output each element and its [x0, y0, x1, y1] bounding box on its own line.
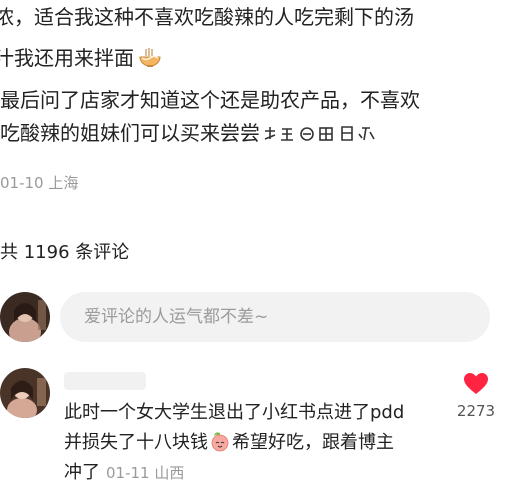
comment-line-3-text: 冲了: [64, 462, 100, 483]
comment-line-2-end: 希望好吃，跟着博主: [232, 432, 394, 453]
post-date: 01-10: [0, 174, 44, 192]
comment-meta: 01-11 山西: [106, 464, 184, 482]
post-line-4: 吃酸辣的姐妹们可以买来尝尝: [0, 117, 387, 150]
post-location: 上海: [48, 174, 79, 192]
commenter-avatar[interactable]: [0, 368, 50, 418]
comment-input[interactable]: 爱评论的人运气都不差~: [60, 292, 490, 342]
post-meta: 01-10 上海: [0, 172, 78, 193]
like-button[interactable]: 2273: [452, 372, 500, 420]
comment-line-2-start: 并损失了十八块钱: [64, 432, 208, 453]
avatar[interactable]: [0, 292, 50, 342]
comment-count: 共 1196 条评论: [0, 242, 130, 263]
comment-line-2: 并损失了十八块钱 希望好吃，跟着博主: [64, 428, 424, 458]
heart-icon[interactable]: [463, 372, 489, 396]
comment-line-3: 冲了 01-11 山西: [64, 458, 424, 488]
post-line-2-text: 汁我还用来拌面: [0, 46, 134, 70]
comment-location: 山西: [154, 464, 185, 482]
sticker-strip: [264, 126, 375, 141]
comment-body: 此时一个女大学生退出了小红书点进了pdd 并损失了十八块钱 希望好吃，跟着博主 …: [64, 398, 424, 488]
commenter-name-blurred: [64, 372, 146, 390]
post-line-2: 汁我还用来拌面: [0, 42, 162, 75]
comment-date: 01-11: [106, 464, 150, 482]
post-line-1: 浓，适合我这种不喜欢吃酸辣的人吃完剩下的汤: [0, 5, 414, 29]
post-line-4-text: 吃酸辣的姐妹们可以买来尝尝: [0, 121, 260, 145]
peach-face-emoji: [211, 432, 229, 452]
noodle-bowl-emoji: [139, 48, 161, 67]
post-line-3: 最后问了店家才知道这个还是助农产品，不喜欢: [0, 88, 420, 112]
comment-line-1: 此时一个女大学生退出了小红书点进了pdd: [64, 402, 405, 423]
like-count: 2273: [456, 402, 496, 420]
